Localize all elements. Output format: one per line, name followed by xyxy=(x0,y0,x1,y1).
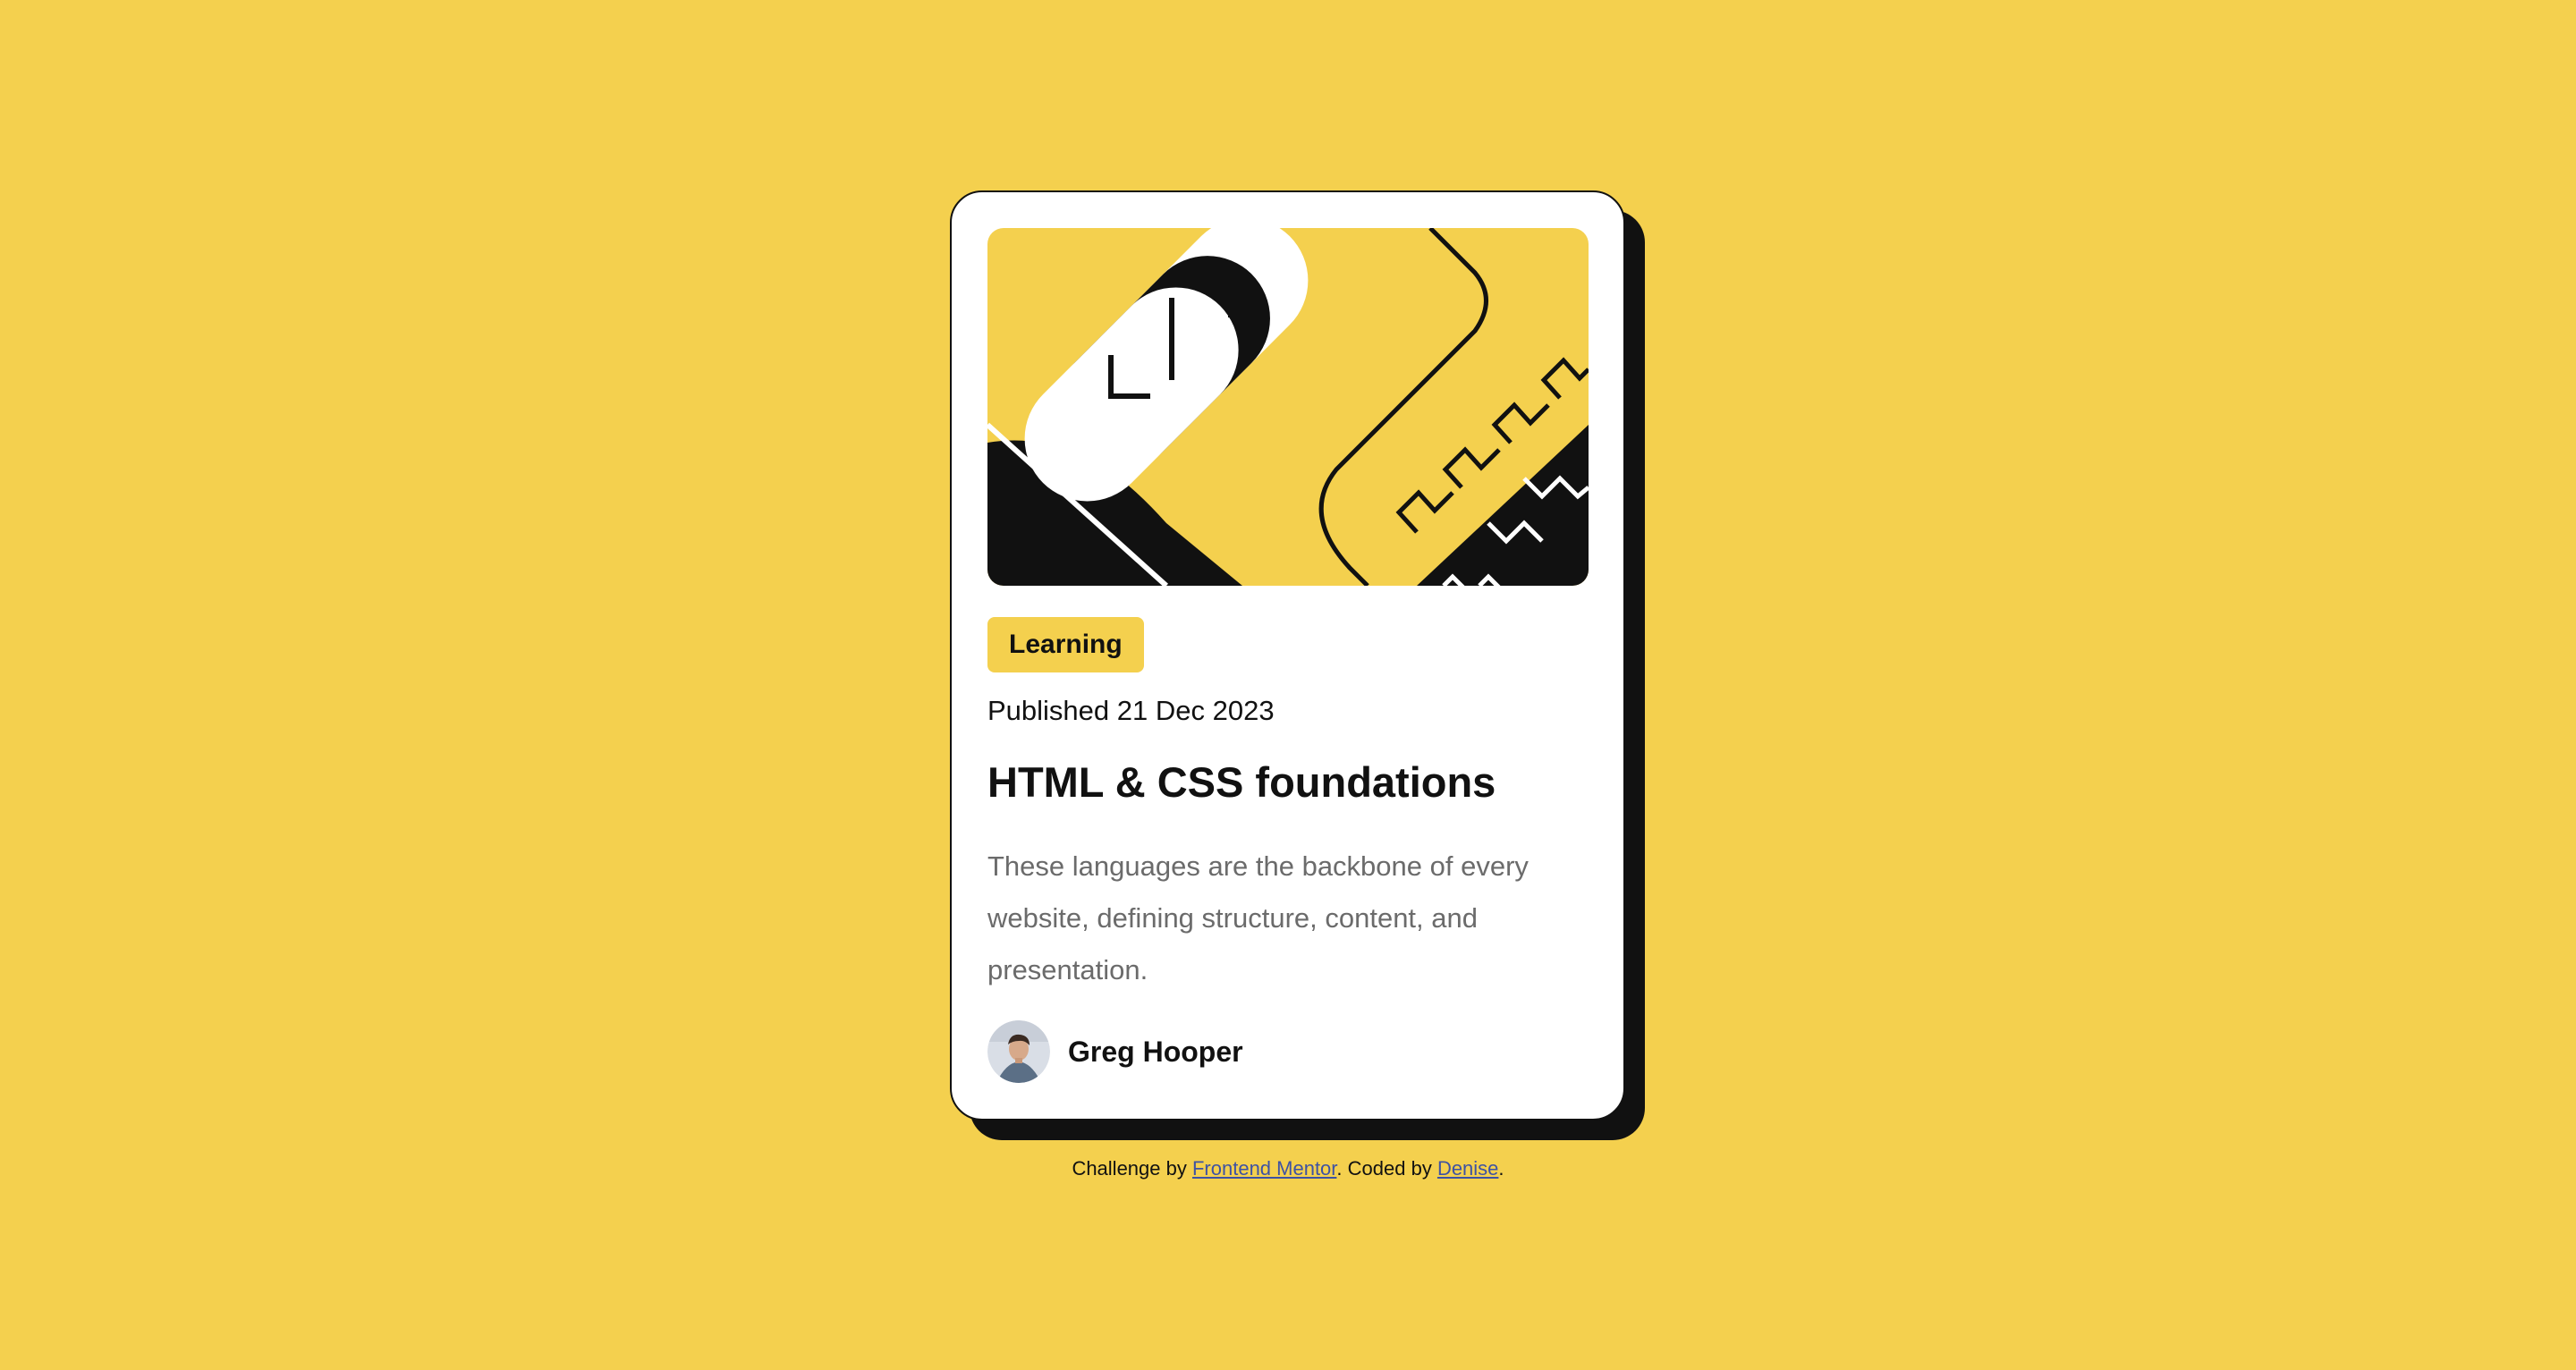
coder-link[interactable]: Denise xyxy=(1437,1157,1498,1180)
blog-preview-card: Learning Published 21 Dec 2023 HTML & CS… xyxy=(950,190,1625,1121)
frontend-mentor-link[interactable]: Frontend Mentor xyxy=(1192,1157,1336,1180)
attribution-footer: Challenge by Frontend Mentor. Coded by D… xyxy=(0,1155,2576,1182)
author-name: Greg Hooper xyxy=(1068,1035,1243,1068)
card-description: These languages are the backbone of ever… xyxy=(987,850,1529,985)
card-title[interactable]: HTML & CSS foundations xyxy=(987,756,1496,809)
category-badge: Learning xyxy=(987,617,1144,672)
author-block: Greg Hooper xyxy=(987,1019,1243,1084)
hero-illustration xyxy=(987,228,1589,586)
avatar xyxy=(987,1020,1050,1083)
published-date: Published 21 Dec 2023 xyxy=(987,695,1275,726)
attribution-suffix: . xyxy=(1498,1157,1504,1180)
attribution-middle: . Coded by xyxy=(1336,1157,1437,1180)
attribution-prefix: Challenge by xyxy=(1072,1157,1192,1180)
